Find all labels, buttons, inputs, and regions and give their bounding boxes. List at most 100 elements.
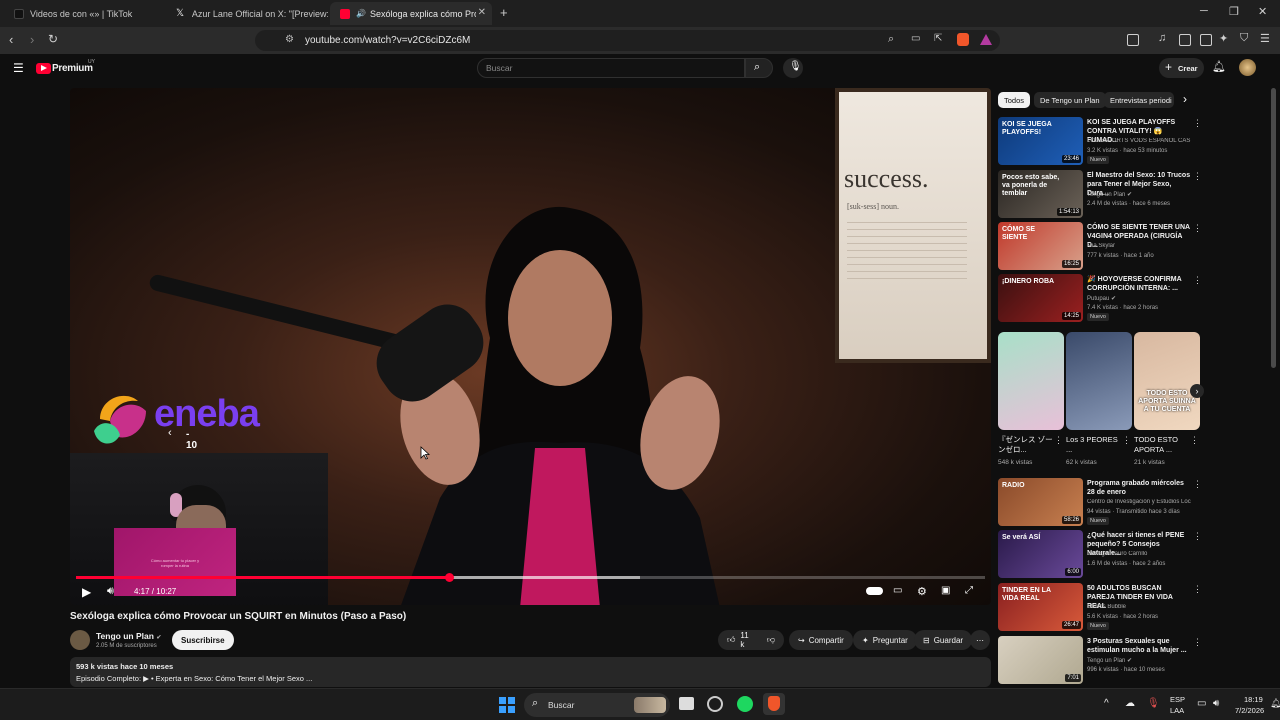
captions-icon[interactable]: ▭ [893, 585, 902, 596]
sidebar-icon[interactable] [1179, 34, 1191, 46]
recommendation-item[interactable]: TINDER EN LA VIDA REAL 26:47 50 ADULTOS BU… [998, 583, 1203, 631]
network-icon[interactable]: ▭ [1197, 698, 1206, 709]
recommendation-thumbnail[interactable]: CÓMO SE SIENTE 16:25 [998, 222, 1083, 270]
recommendation-channel[interactable]: Putupau ✔ [1087, 295, 1191, 302]
progress-bar[interactable] [76, 573, 985, 582]
recommendation-title[interactable]: 3 Posturas Sexuales que estimulan mucho … [1087, 637, 1191, 655]
recommendation-title[interactable]: Programa grabado miércoles 28 de enero [1087, 479, 1191, 497]
notification-bell-icon[interactable]: 🔔︎ [1270, 698, 1280, 709]
chip-interviews[interactable]: Entrevistas periodi [1104, 92, 1174, 108]
ask-button[interactable]: ✦ Preguntar [853, 630, 917, 650]
description-box[interactable]: 593 k vistas hace 10 meses Episodio Comp… [70, 657, 991, 687]
voice-search-button[interactable]: 🎙 [783, 58, 803, 78]
recommendation-item[interactable]: RADIO 58:26 Programa grabado miércoles 28 … [998, 478, 1203, 526]
spotify-icon[interactable] [737, 696, 753, 712]
recommendation-channel[interactable]: Tengo un Plan ✔ [1087, 191, 1191, 198]
like-count[interactable]: 11 k [740, 631, 753, 649]
like-icon[interactable]: 👍︎ [727, 635, 735, 645]
more-vertical-icon[interactable]: ⋮ [1193, 584, 1202, 595]
recommendation-thumbnail[interactable]: 7:01 [998, 636, 1083, 684]
tray-app-icon[interactable]: ☁ [1125, 698, 1135, 709]
language-code[interactable]: ESP [1170, 695, 1185, 704]
recommendation-channel[interactable]: Centro de Investigación y Estudios Loca.… [1087, 499, 1191, 505]
reader-mode-icon[interactable] [1127, 34, 1139, 46]
fullscreen-icon[interactable]: ⤢ [965, 585, 973, 596]
save-button[interactable]: ⊟ Guardar [914, 630, 973, 650]
recommendation-item[interactable]: Pocos esto sabe, va ponerla de temblar 1:… [998, 170, 1203, 218]
brave-shields-icon[interactable] [957, 33, 969, 46]
short-card[interactable] [998, 332, 1064, 430]
music-icon[interactable]: ♫ [1158, 32, 1166, 44]
settings-gear-icon[interactable]: ⚙ [917, 585, 927, 598]
chip-channel[interactable]: De Tengo un Plan [1034, 92, 1106, 108]
more-vertical-icon[interactable]: ⋮ [1193, 637, 1202, 648]
site-info-icon[interactable]: ⚙ [285, 34, 294, 45]
recommendation-thumbnail[interactable]: KOI SE JUEGA PLAYOFFS! 23:46 [998, 117, 1083, 165]
recommendation-thumbnail[interactable]: TINDER EN LA VIDA REAL 26:47 [998, 583, 1083, 631]
clock-date[interactable]: 7/2/2026 [1235, 706, 1264, 715]
close-tab-icon[interactable]: ✕ [478, 7, 486, 18]
tab-youtube-active[interactable]: 🔊 Sexóloga explica cómo Provoc ✕ [330, 2, 492, 25]
more-vertical-icon[interactable]: ⋮ [1193, 171, 1202, 182]
app-icon-obs[interactable] [707, 696, 723, 712]
recommendation-item[interactable]: CÓMO SE SIENTE 16:25 CÓMO SE SIENTE TENER … [998, 222, 1203, 270]
share-icon[interactable]: ⇱ [934, 33, 942, 44]
chips-next-icon[interactable]: › [1183, 92, 1187, 106]
recommendation-item[interactable]: KOI SE JUEGA PLAYOFFS! 23:46 KOI SE JUEGA … [998, 117, 1203, 165]
forward-icon[interactable]: › [30, 32, 34, 47]
short-card[interactable] [1066, 332, 1132, 430]
zoom-icon[interactable]: ⌕ [888, 33, 894, 46]
short-card[interactable]: TODO ESTO APORTA SUINNA A TU CUENTA [1134, 332, 1200, 430]
brave-taskbar-button[interactable] [763, 693, 785, 715]
recommendation-thumbnail[interactable]: Pocos esto sabe, va ponerla de temblar 1:… [998, 170, 1083, 218]
back-icon[interactable]: ‹ [9, 32, 13, 47]
youtube-logo-icon[interactable] [36, 63, 51, 74]
task-view-icon[interactable] [679, 697, 694, 710]
recommendation-title[interactable]: 🎉 HOYOVERSE CONFIRMA CORRUPCIÓN INTERNA:… [1087, 275, 1191, 293]
tray-mic-icon[interactable]: 🎙 [1147, 698, 1160, 709]
recommendation-item[interactable]: 7:01 3 Posturas Sexuales que estimulan mu… [998, 636, 1203, 684]
more-vertical-icon[interactable]: ⋮ [1193, 531, 1202, 542]
share-button[interactable]: ↪ Compartir [789, 630, 853, 650]
subscribe-button[interactable]: Suscribirse [172, 630, 234, 650]
recommendation-channel[interactable]: LOL ESPORTS VODS ESPAÑOL CASTEO... [1087, 138, 1191, 144]
autoplay-toggle[interactable] [866, 587, 883, 595]
windows-start-icon[interactable] [499, 697, 515, 713]
minimize-icon[interactable]: ─ [1200, 5, 1208, 17]
shorts-next-icon[interactable]: › [1190, 384, 1204, 398]
recommendation-item[interactable]: ¡DINERO ROBA 14:25 🎉 HOYOVERSE CONFIRMA CO… [998, 274, 1203, 322]
window-close-icon[interactable]: ✕ [1258, 5, 1267, 18]
volume-icon[interactable]: 🔊︎ [107, 585, 114, 598]
tab-x[interactable]: 𝕏 Azur Lane Official on X: "[Preview: Fr [166, 2, 328, 25]
address-bar[interactable]: ⚙ youtube.com/watch?v=v2C6ciDZc6M ⌕ ▭ ⇱ [255, 30, 1000, 51]
menu-icon[interactable]: ☰ [1260, 32, 1270, 45]
new-tab-icon[interactable]: + [500, 5, 508, 20]
play-icon[interactable]: ▶ [82, 585, 91, 599]
cast-icon[interactable]: ▭ [911, 33, 920, 44]
search-button[interactable]: ⌕ [745, 58, 773, 78]
keyboard-layout[interactable]: LAA [1170, 706, 1184, 715]
reload-icon[interactable]: ↻ [48, 32, 58, 46]
tray-chevron-icon[interactable]: ^ [1104, 698, 1109, 709]
more-vertical-icon[interactable]: ⋮ [1054, 435, 1063, 446]
more-vertical-icon[interactable]: ⋮ [1193, 275, 1202, 286]
more-vertical-icon[interactable]: ⋮ [1122, 435, 1131, 446]
clock-time[interactable]: 18:19 [1244, 695, 1263, 704]
recommendation-thumbnail[interactable]: Se verá ASÍ 6:00 [998, 530, 1083, 578]
wallet-icon[interactable] [1200, 34, 1212, 46]
channel-avatar[interactable] [70, 630, 90, 650]
short-title[interactable]: 『ゼンレス ゾーンゼロ... [998, 435, 1054, 455]
short-title[interactable]: Los 3 PEORES ... [1066, 435, 1122, 455]
premium-wordmark[interactable]: Premium [52, 63, 93, 74]
maximize-icon[interactable]: ❐ [1229, 5, 1239, 18]
search-input[interactable]: Buscar [477, 58, 745, 78]
vpn-shield-icon[interactable]: ⛉ [1240, 32, 1248, 45]
short-title[interactable]: TODO ESTO APORTA ... [1134, 435, 1190, 455]
volume-tray-icon[interactable]: 🔊︎ [1213, 698, 1219, 709]
recommendation-item[interactable]: Se verá ASÍ 6:00 ¿Qué hacer si tienes el P… [998, 530, 1203, 578]
chip-todos[interactable]: Todos [998, 92, 1031, 108]
hamburger-menu-icon[interactable]: ☰ [13, 61, 24, 75]
miniplayer-icon[interactable]: ▣ [941, 585, 950, 596]
recommendation-thumbnail[interactable]: RADIO 58:26 [998, 478, 1083, 526]
taskbar-search[interactable]: ⌕ Buscar [524, 693, 670, 717]
